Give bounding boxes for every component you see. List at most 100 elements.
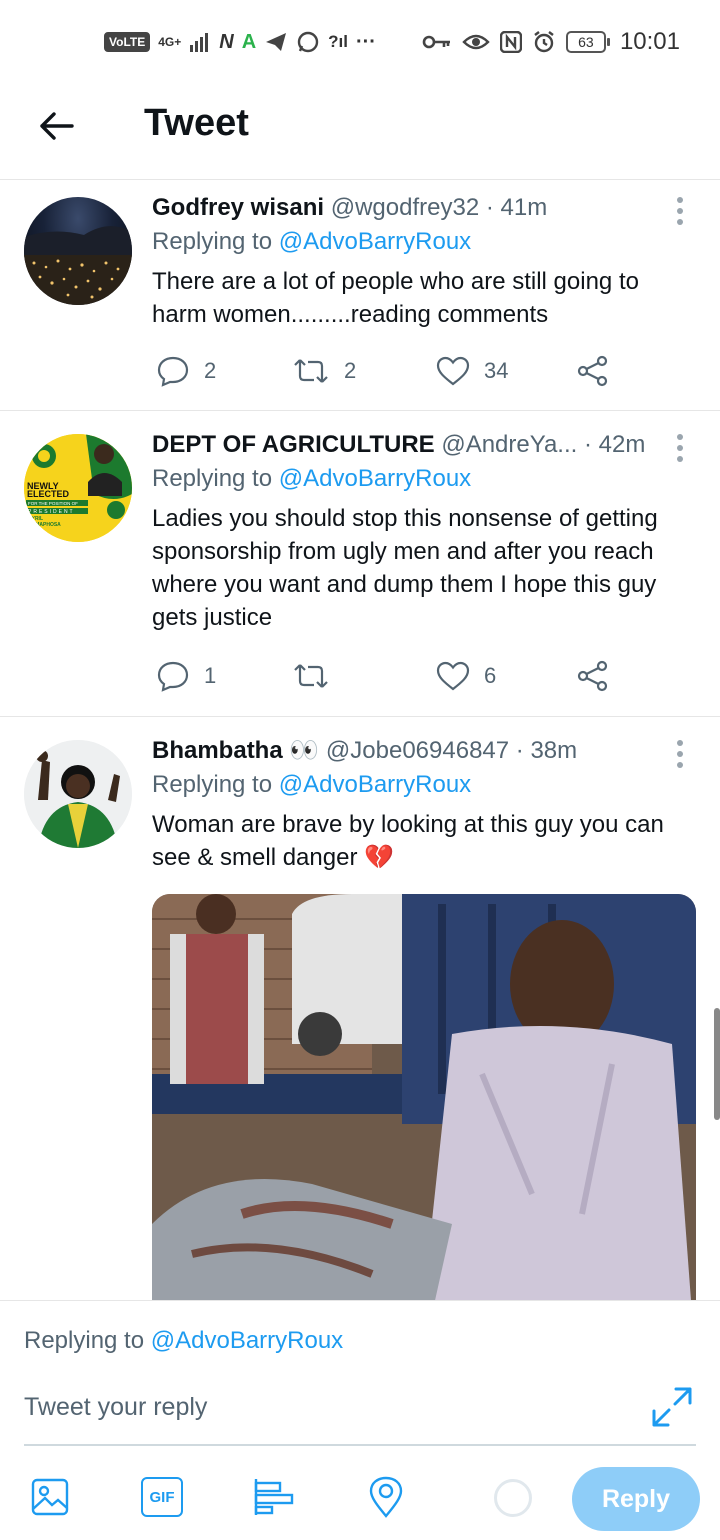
tweet-header: DEPT OF AGRICULTURE @AndreYa... · 42m (152, 430, 652, 460)
back-button[interactable] (34, 104, 78, 148)
profile-photo (24, 740, 132, 848)
heart-icon (436, 661, 470, 691)
reply-count: 1 (204, 663, 217, 688)
heart-icon (436, 356, 470, 386)
scrollbar-thumb[interactable] (714, 1008, 720, 1120)
add-image-button[interactable] (28, 1475, 72, 1519)
author-handle[interactable]: @AndreYa... (441, 431, 577, 458)
replying-to-label: Replying to (152, 465, 279, 492)
n-app-icon: N (219, 31, 234, 53)
retweet-icon (294, 664, 328, 688)
replying-to-label: Replying to (152, 228, 279, 255)
status-system-icons: 63 10:01 (422, 28, 680, 56)
tweet-content: Godfrey wisani @wgodfrey32 · 41m Replyin… (152, 193, 696, 331)
app-header: Tweet (0, 84, 720, 180)
broken-heart-emoji: 💔 (364, 844, 395, 871)
replying-to-mention[interactable]: @AdvoBarryRoux (279, 771, 471, 798)
status-bar: VoLTE 4G+ N A ?ıl ··· 63 10:01 (0, 0, 720, 84)
avatar[interactable] (24, 197, 132, 305)
add-poll-button[interactable] (252, 1475, 296, 1519)
author-name[interactable]: Godfrey wisani (152, 194, 324, 221)
replying-to-mention[interactable]: @AdvoBarryRoux (279, 228, 471, 255)
author-handle[interactable]: @Jobe06946847 (326, 737, 509, 764)
author-name[interactable]: Bhambatha (152, 737, 283, 764)
author-handle[interactable]: @wgodfrey32 (331, 194, 479, 221)
reply-count: 2 (204, 358, 217, 383)
avatar-text-ramaphosa: RAMAPHOSA (28, 522, 61, 528)
author-name[interactable]: DEPT OF AGRICULTURE (152, 431, 435, 458)
comment-icon (157, 356, 189, 387)
network-type-indicator: 4G+ (158, 35, 182, 49)
more-options-button[interactable] (668, 736, 692, 772)
retweet-count: 2 (344, 358, 357, 383)
city-night-photo (24, 226, 132, 305)
tweet-text: There are a lot of people who are still … (152, 268, 639, 328)
composer-replying-mention[interactable]: @AdvoBarryRoux (151, 1327, 343, 1354)
nfc-icon (499, 31, 522, 53)
reply-action[interactable]: 1 (156, 656, 216, 696)
alarm-icon (534, 31, 554, 53)
photo-man-in-truck (152, 894, 696, 1300)
composer-divider (24, 1444, 696, 1446)
key-icon (422, 35, 450, 49)
image-icon (31, 1478, 69, 1516)
like-action[interactable]: 6 (436, 656, 496, 696)
reply-composer: Replying to @AdvoBarryRoux GIF Reply (0, 1300, 720, 1540)
tweet-media-image[interactable] (152, 894, 696, 1300)
telegram-icon (266, 33, 287, 51)
tweet-header: Bhambatha 👀 @Jobe06946847 · 38m (152, 736, 696, 766)
tweet-text: Ladies you should stop this nonsense of … (152, 505, 658, 631)
reply-input[interactable] (24, 1379, 624, 1435)
add-gif-button[interactable]: GIF (140, 1475, 184, 1519)
tweet-reply-3[interactable]: Bhambatha 👀 @Jobe06946847 · 38m Replying… (0, 718, 720, 1300)
more-notifications-indicator: ··· (355, 31, 376, 53)
share-action[interactable] (576, 656, 610, 696)
battery-indicator: 63 (565, 31, 610, 53)
replying-to-label: Replying to (152, 771, 279, 798)
signal-icon (190, 33, 209, 52)
character-count-ring (494, 1479, 532, 1517)
share-icon (577, 660, 608, 692)
composer-replying-label: Replying to (24, 1327, 151, 1354)
more-options-button[interactable] (668, 430, 692, 466)
like-action[interactable]: 34 (436, 351, 508, 391)
tweet-reply-1[interactable]: Godfrey wisani @wgodfrey32 · 41m Replyin… (0, 181, 720, 411)
retweet-action[interactable] (292, 656, 344, 696)
wifi-question-indicator: ?ıl (328, 32, 348, 51)
retweet-action[interactable]: 2 (292, 351, 356, 391)
share-action[interactable] (576, 351, 610, 391)
anc-poster-image: NEWLY ELECTED FOR THE POSITION OF PRESID… (24, 434, 132, 542)
avatar-text-elected: ELECTED (27, 489, 70, 499)
tweet-header: Godfrey wisani @wgodfrey32 · 41m (152, 193, 696, 223)
replying-to-line: Replying to @AdvoBarryRoux (152, 227, 696, 257)
whatsapp-icon (297, 31, 319, 53)
tweet-actions: 2 2 34 (152, 351, 622, 391)
tweet-text-body: Woman are brave by looking at this guy y… (152, 811, 664, 871)
composer-replying-to: Replying to @AdvoBarryRoux (24, 1327, 343, 1355)
more-options-button[interactable] (668, 193, 692, 229)
reply-submit-button[interactable]: Reply (572, 1467, 700, 1531)
replying-to-line: Replying to @AdvoBarryRoux (152, 464, 696, 494)
tweet-time: · 42m (583, 431, 646, 458)
add-location-button[interactable] (364, 1475, 408, 1519)
tweet-content: DEPT OF AGRICULTURE @AndreYa... · 42m Re… (152, 430, 696, 634)
retweet-icon (294, 359, 328, 383)
tweet-content: Bhambatha 👀 @Jobe06946847 · 38m Replying… (152, 736, 696, 874)
expand-icon (652, 1387, 692, 1427)
status-indicators: VoLTE 4G+ N A ?ıl ··· (104, 28, 376, 56)
tweet-time: · 38m (515, 737, 578, 764)
avatar[interactable]: NEWLY ELECTED FOR THE POSITION OF PRESID… (24, 434, 132, 542)
poll-icon (254, 1479, 294, 1515)
avatar[interactable] (24, 740, 132, 848)
reply-action[interactable]: 2 (156, 351, 216, 391)
share-icon (577, 355, 608, 387)
expand-composer-button[interactable] (650, 1385, 694, 1429)
arrow-left-icon (40, 112, 74, 140)
volte-indicator: VoLTE (104, 32, 151, 52)
replying-to-mention[interactable]: @AdvoBarryRoux (279, 465, 471, 492)
tweet-reply-2[interactable]: NEWLY ELECTED FOR THE POSITION OF PRESID… (0, 412, 720, 717)
tweet-actions: 1 6 (152, 656, 622, 696)
gif-icon: GIF (141, 1477, 183, 1517)
avatar-text-position: FOR THE POSITION OF (28, 501, 78, 506)
composer-toolbar: GIF Reply (0, 1447, 720, 1540)
